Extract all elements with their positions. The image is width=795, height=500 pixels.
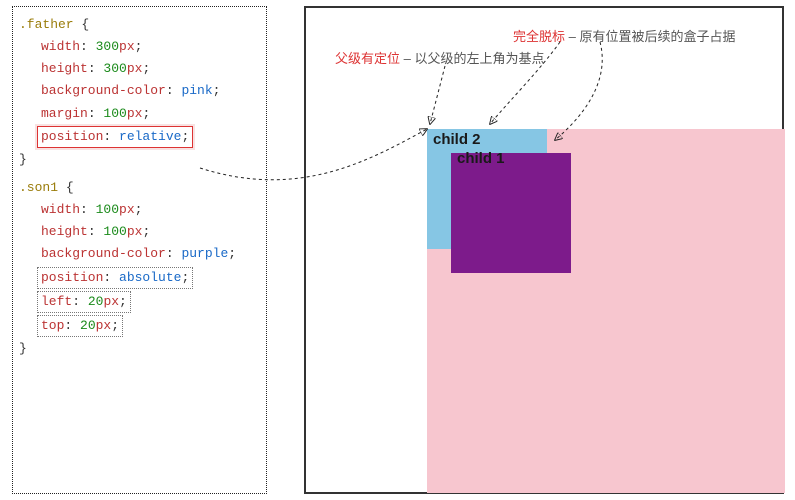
annotation-flow: 完全脱标 – 原有位置被后续的盒子占据: [513, 26, 735, 45]
selector-son1: .son1: [19, 180, 58, 195]
annotation-anchor: 父级有定位 – 以父级的左上角为基点: [335, 48, 544, 67]
code-panel: .father { width: 300px; height: 300px; b…: [12, 6, 267, 494]
highlight-relative: position: relative;: [37, 126, 193, 148]
father-box: child 2 child 1: [427, 129, 785, 493]
child2-label: child 2: [433, 131, 481, 148]
code-line: .father {: [19, 15, 256, 35]
child1-label: child 1: [457, 150, 505, 167]
child1-box: [451, 153, 571, 273]
highlight-absolute: position: absolute;: [37, 267, 193, 289]
selector-father: .father: [19, 17, 74, 32]
diagram-panel: child 2 child 1: [304, 6, 784, 494]
